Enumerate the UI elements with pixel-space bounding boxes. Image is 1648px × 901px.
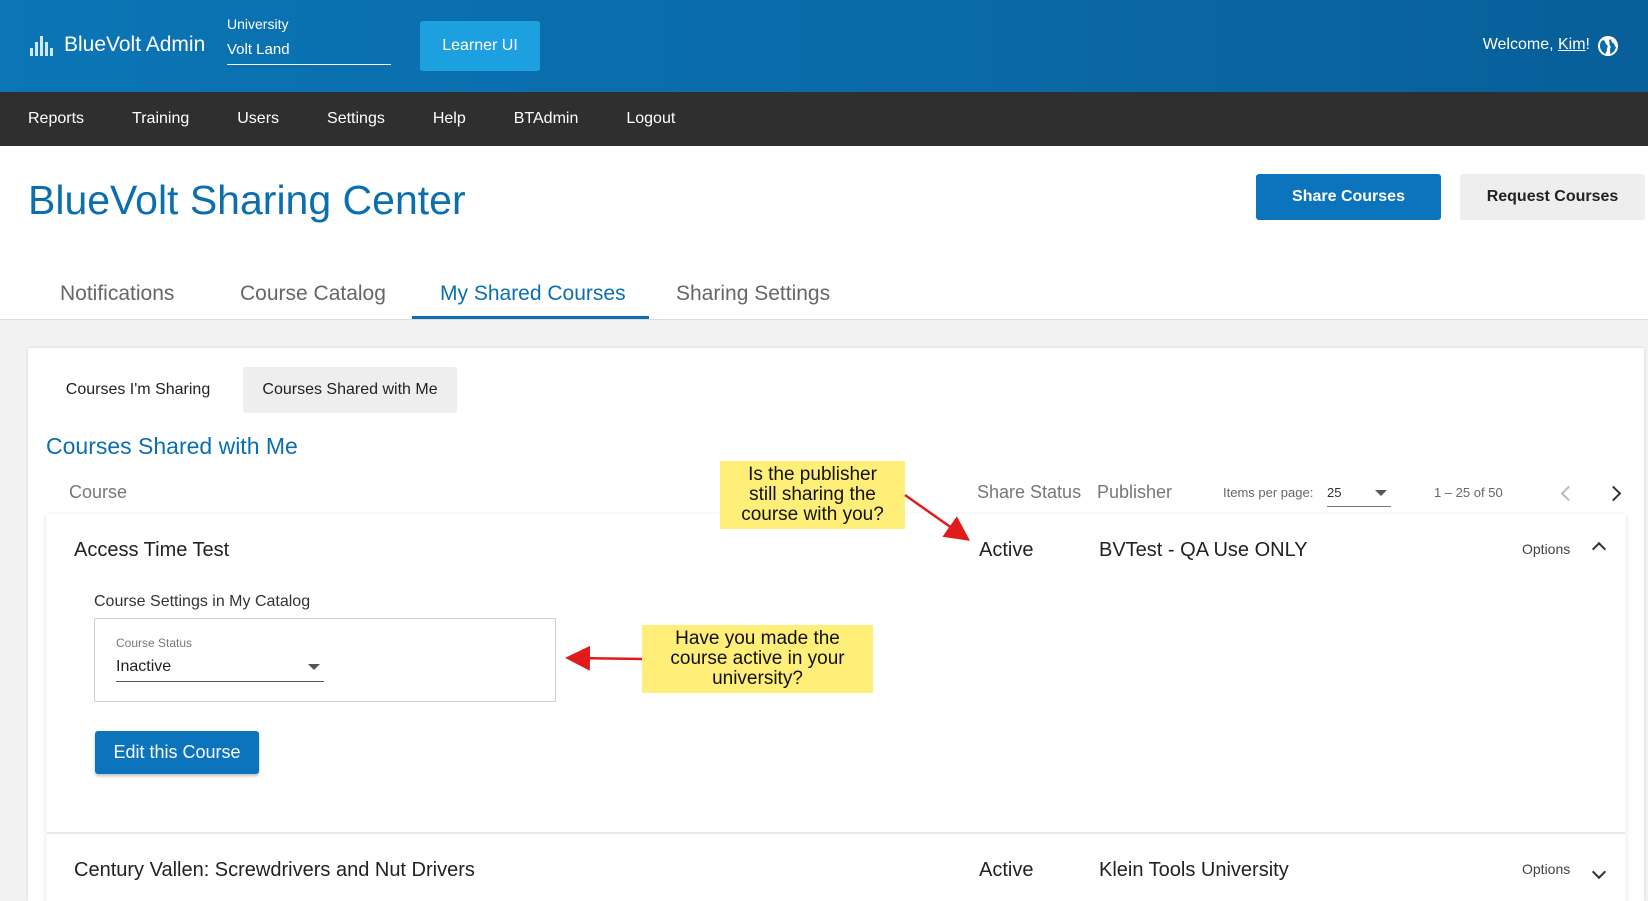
column-share-status: Share Status	[977, 482, 1082, 502]
nav-settings[interactable]: Settings	[327, 110, 385, 128]
next-page-icon[interactable]	[1608, 484, 1620, 502]
university-value[interactable]: Volt Land	[227, 41, 391, 65]
course-status-select[interactable]: Inactive	[116, 654, 324, 682]
nav-training[interactable]: Training	[132, 110, 189, 128]
publisher-callout: Is the publisher still sharing the cours…	[720, 461, 905, 529]
callout-line: Is the publisher	[748, 464, 877, 485]
brand-name: BlueVolt Admin	[64, 33, 206, 56]
university-label: University	[227, 16, 289, 32]
nav-btadmin[interactable]: BTAdmin	[514, 110, 579, 128]
chevron-down-icon	[308, 664, 320, 670]
course-settings-label: Course Settings in My Catalog	[94, 593, 311, 610]
share-courses-button[interactable]: Share Courses	[1256, 174, 1441, 220]
tab-notifications[interactable]: Notifications	[60, 282, 174, 306]
row-options-button[interactable]: Options	[1522, 861, 1570, 877]
tab-sharing-settings[interactable]: Sharing Settings	[676, 282, 830, 306]
welcome-message: Welcome, Kim!	[1483, 36, 1590, 54]
row-course-name: Century Vallen: Screwdrivers and Nut Dri…	[74, 859, 475, 881]
university-selector[interactable]: University Volt Land	[227, 16, 391, 65]
bluevolt-logo-icon	[28, 30, 56, 60]
page-title: BlueVolt Sharing Center	[28, 177, 466, 223]
nav-help[interactable]: Help	[433, 110, 466, 128]
row-publisher: Klein Tools University	[1099, 859, 1289, 881]
welcome-suffix: !	[1585, 36, 1590, 53]
activation-callout: Have you made the course active in your …	[642, 625, 873, 693]
row-share-status: Active	[979, 859, 1034, 881]
bluevolt-logo[interactable]: BlueVolt Admin	[28, 30, 205, 60]
chevron-down-icon	[1375, 490, 1387, 496]
callout-line: course active in your	[670, 648, 845, 669]
items-per-page-label: Items per page:	[1223, 485, 1314, 500]
user-name-link[interactable]: Kim	[1558, 36, 1586, 53]
request-courses-button[interactable]: Request Courses	[1460, 174, 1645, 220]
items-per-page-select[interactable]: 25	[1327, 481, 1391, 507]
subtab-courses-shared-with-me[interactable]: Courses Shared with Me	[243, 367, 457, 413]
top-header: BlueVolt Admin University Volt Land Lear…	[0, 0, 1648, 92]
sharing-tabs: Notifications Course Catalog My Shared C…	[0, 270, 1648, 320]
column-publisher: Publisher	[1097, 482, 1173, 502]
course-status-label: Course Status	[116, 636, 193, 650]
learner-ui-button[interactable]: Learner UI	[420, 21, 540, 71]
section-title: Courses Shared with Me	[46, 433, 298, 459]
tab-course-catalog[interactable]: Course Catalog	[240, 282, 386, 306]
globe-icon[interactable]	[1598, 36, 1618, 56]
tab-my-shared-courses[interactable]: My Shared Courses	[440, 282, 626, 306]
pagination-range: 1 – 25 of 50	[1434, 485, 1503, 500]
callout-line: university?	[712, 668, 803, 689]
nav-reports[interactable]: Reports	[28, 110, 84, 128]
row-options-button[interactable]: Options	[1522, 541, 1570, 557]
row-publisher: BVTest - QA Use ONLY	[1099, 539, 1308, 561]
welcome-prefix: Welcome,	[1482, 36, 1558, 53]
callout-line: still sharing the	[749, 484, 876, 505]
edit-course-button[interactable]: Edit this Course	[95, 731, 259, 774]
items-per-page-value: 25	[1327, 485, 1342, 500]
nav-logout[interactable]: Logout	[626, 110, 675, 128]
column-course: Course	[69, 482, 128, 502]
course-status-value: Inactive	[116, 658, 172, 675]
callout-line: course with you?	[741, 504, 884, 525]
previous-page-icon[interactable]	[1560, 484, 1572, 502]
row-share-status: Active	[979, 539, 1034, 561]
active-tab-indicator	[412, 316, 649, 319]
nav-users[interactable]: Users	[237, 110, 279, 128]
main-nav: Reports Training Users Settings Help BTA…	[0, 92, 1648, 146]
callout-line: Have you made the	[675, 628, 840, 649]
subtab-courses-im-sharing[interactable]: Courses I'm Sharing	[46, 367, 230, 413]
row-course-name: Access Time Test	[74, 539, 230, 561]
